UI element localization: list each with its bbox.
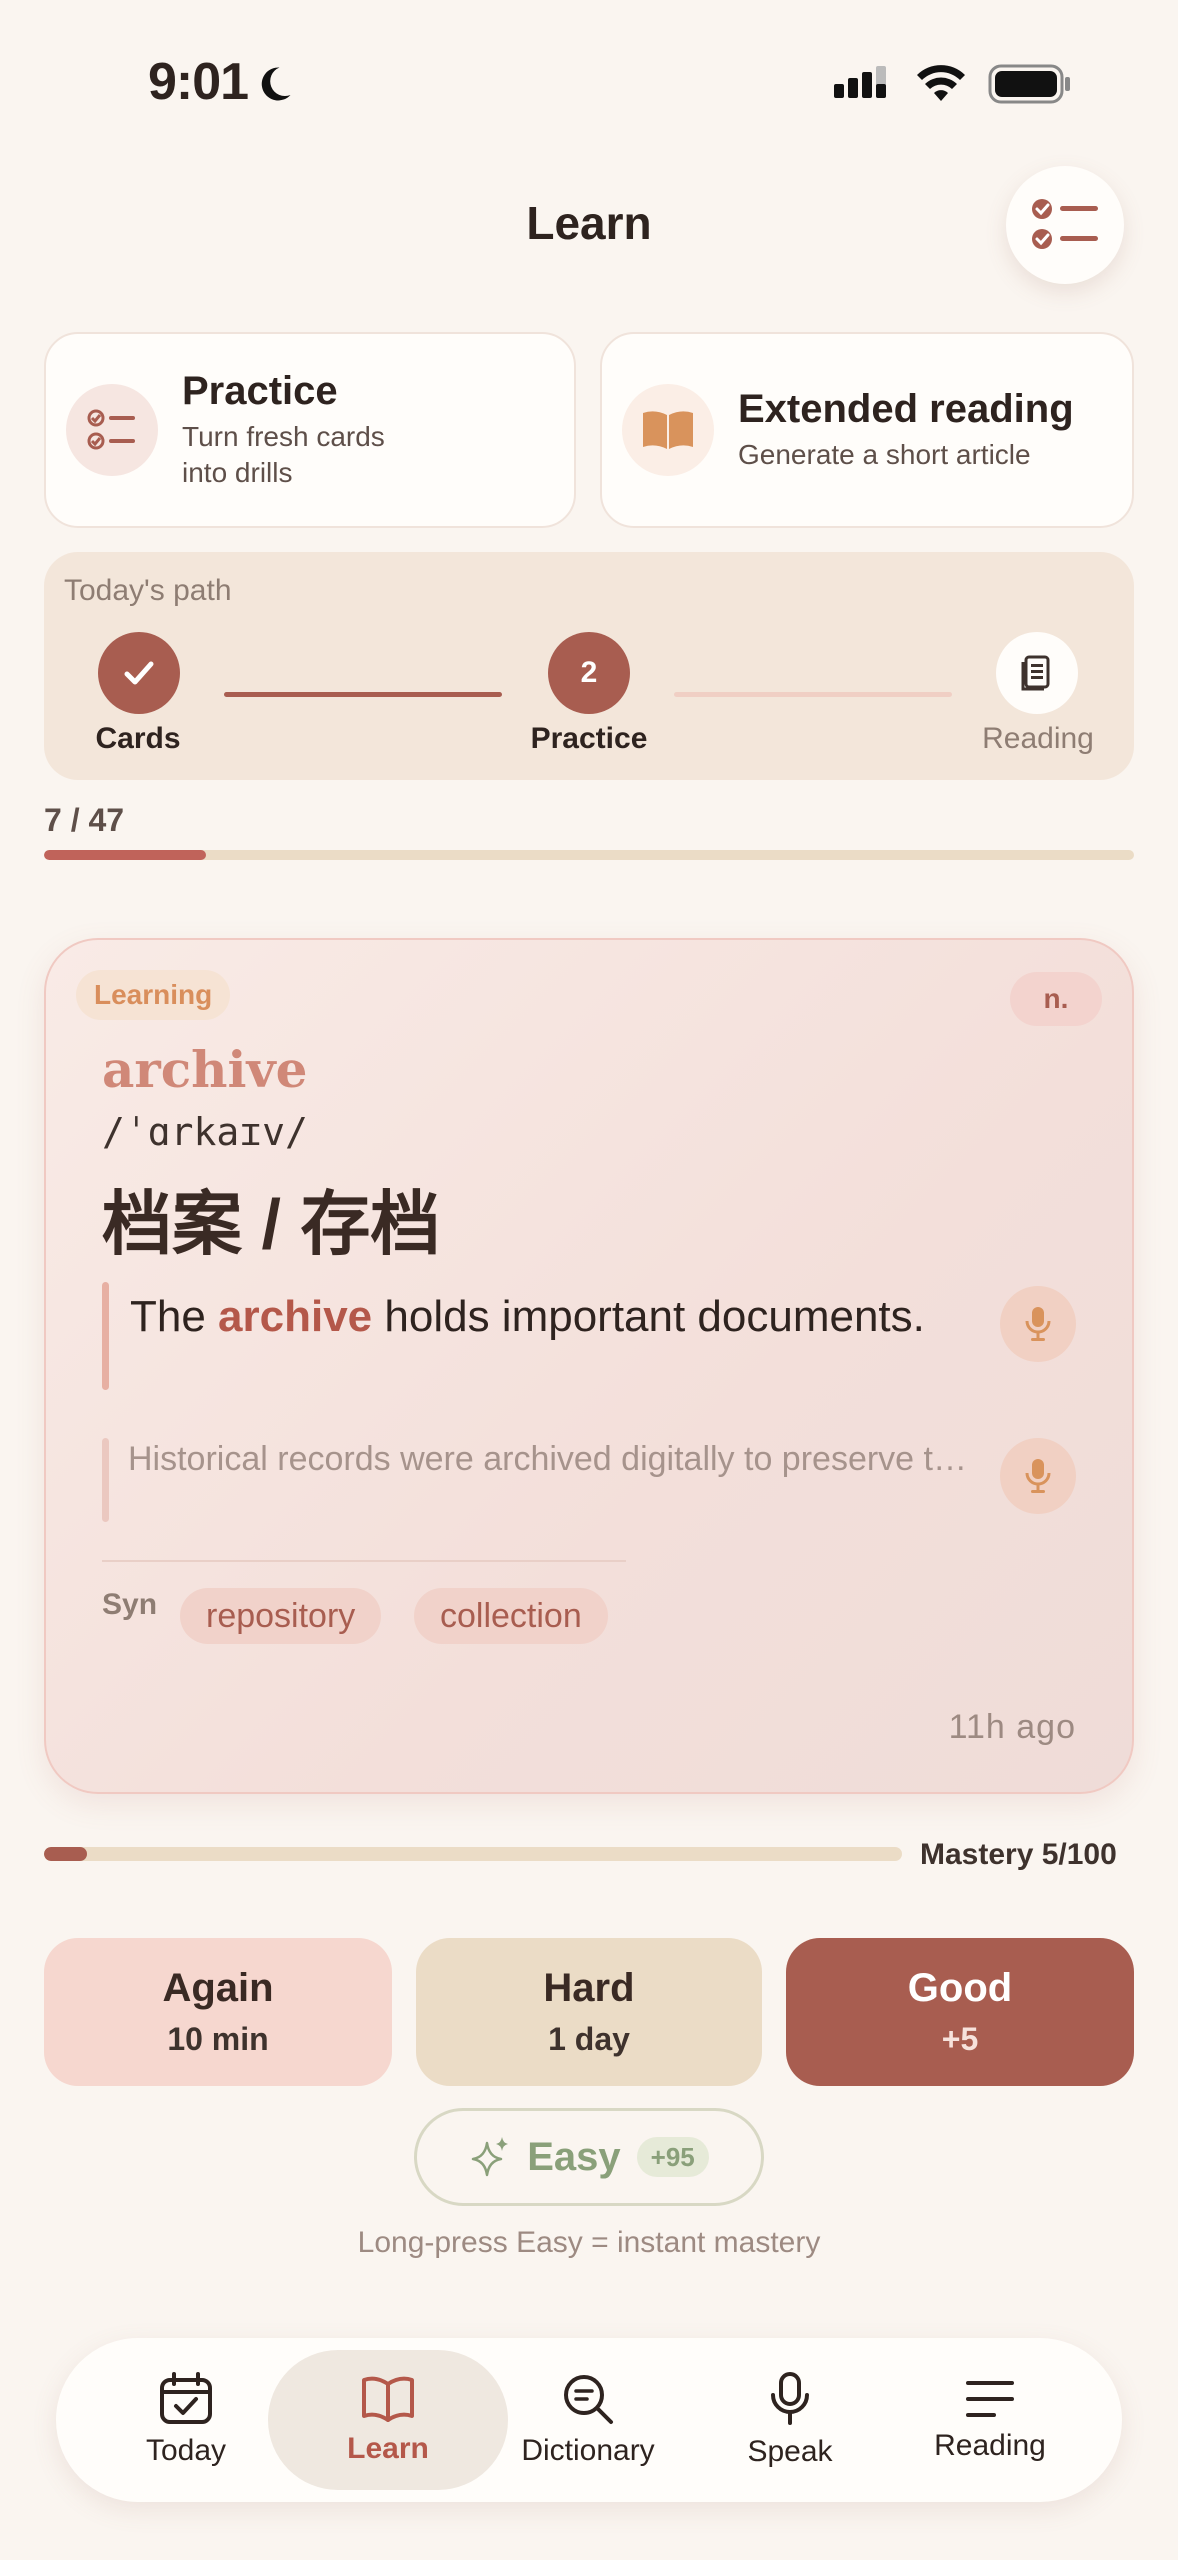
reading-card-title: Extended reading: [738, 386, 1074, 431]
progress-fill: [44, 850, 207, 860]
path-connector: [674, 692, 952, 697]
checklist-icon: [66, 384, 158, 476]
nav-label: Speak: [747, 2435, 833, 2468]
lines-icon: [966, 2381, 1014, 2417]
step-cards[interactable]: [98, 632, 180, 714]
page-title: Learn: [526, 197, 652, 249]
easy-label: Easy: [527, 2134, 621, 2179]
synonym-chip[interactable]: collection: [414, 1588, 608, 1644]
path-connector: [224, 692, 502, 697]
last-reviewed: 11h ago: [948, 1708, 1076, 1746]
sparkle-icon: [471, 2137, 509, 2177]
part-of-speech-badge: n.: [1010, 972, 1102, 1026]
microphone-icon: [771, 2372, 809, 2425]
nav-label: Dictionary: [521, 2434, 655, 2467]
hard-button[interactable]: Hard 1 day: [416, 1938, 762, 2086]
calendar-check-icon: [160, 2372, 212, 2424]
example-accent-bar: [102, 1438, 109, 1522]
headword: archive: [102, 1040, 308, 1099]
document-icon: [1021, 655, 1050, 691]
step-label-practice: Practice: [530, 722, 648, 755]
open-book-icon: [622, 384, 714, 476]
checklist-icon: [1032, 199, 1098, 249]
reading-card-subtitle: Generate a short article: [738, 438, 1031, 470]
easy-hint: Long-press Easy = instant mastery: [357, 2226, 821, 2259]
task-list-button[interactable]: [1006, 166, 1124, 284]
battery-icon: [988, 64, 1070, 104]
practice-card-title: Practice: [182, 368, 338, 413]
easy-button[interactable]: Easy +95: [414, 2108, 764, 2206]
step-label-cards: Cards: [95, 722, 181, 755]
step-practice[interactable]: 2: [548, 632, 630, 714]
record-example-button[interactable]: [1000, 1286, 1076, 1362]
translation: 档案 / 存档: [102, 1185, 441, 1263]
progress-bar: [44, 850, 1134, 860]
moon-icon: [261, 67, 291, 101]
path-label: Today's path: [64, 574, 232, 607]
good-button[interactable]: Good +5: [786, 1938, 1134, 2086]
nav-learn[interactable]: Learn: [268, 2350, 508, 2490]
book-open-icon: [362, 2376, 414, 2422]
example-sentence: The archive holds important documents.: [130, 1292, 925, 1341]
example-sentence-secondary: Historical records were archived digital…: [128, 1440, 968, 1478]
mastery-label: Mastery 5/100: [920, 1838, 1117, 1871]
again-button[interactable]: Again 10 min: [44, 1938, 392, 2086]
practice-card[interactable]: Practice Turn fresh cards into drills: [44, 332, 576, 528]
checkmark-icon: [124, 661, 154, 685]
microphone-icon: [1025, 1307, 1051, 1341]
step-label-reading: Reading: [982, 722, 1094, 755]
nav-reading[interactable]: Reading: [910, 2350, 1070, 2490]
mastery-bar: [44, 1847, 902, 1861]
practice-card-subtitle: Turn fresh cards into drills: [182, 420, 385, 488]
extended-reading-card[interactable]: Extended reading Generate a short articl…: [600, 332, 1134, 528]
status-badge: Learning: [76, 970, 231, 1020]
synonym-chip[interactable]: repository: [180, 1588, 382, 1644]
example-highlight: archive: [218, 1292, 373, 1341]
phonetic: /ˈɑrkaɪv/: [102, 1110, 308, 1154]
nav-label: Learn: [347, 2432, 429, 2465]
example-accent-bar: [102, 1282, 109, 1390]
signal-icon: [834, 66, 886, 98]
nav-dictionary[interactable]: Dictionary: [508, 2350, 668, 2490]
nav-label: Reading: [934, 2429, 1046, 2462]
progress-count: 7 / 47: [44, 802, 125, 838]
divider: [102, 1560, 626, 1562]
nav-label: Today: [145, 2434, 227, 2467]
step-reading[interactable]: [996, 632, 1078, 714]
wifi-icon: [917, 65, 965, 101]
easy-points-badge: +95: [636, 2137, 709, 2177]
record-example-button[interactable]: [1000, 1438, 1076, 1514]
status-icons: [834, 64, 1072, 104]
mastery-fill: [44, 1847, 87, 1861]
microphone-icon: [1025, 1459, 1051, 1493]
nav-speak[interactable]: Speak: [710, 2350, 870, 2490]
synonyms-label: Syn: [102, 1588, 158, 1621]
nav-today[interactable]: Today: [106, 2350, 266, 2490]
search-icon: [564, 2375, 613, 2424]
status-time: 9:01: [148, 53, 249, 111]
